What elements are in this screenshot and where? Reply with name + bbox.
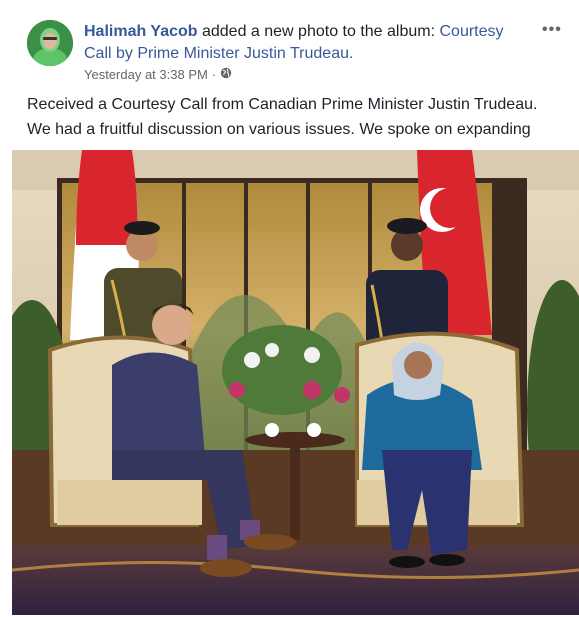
- post-header: Halimah Yacob added a new photo to the a…: [84, 21, 534, 65]
- caption-line: We had a fruitful discussion on various …: [27, 121, 531, 138]
- photo-image: [12, 150, 579, 615]
- globe-icon[interactable]: [220, 67, 232, 82]
- author-name-link[interactable]: Halimah Yacob: [84, 23, 198, 40]
- avatar-image: [27, 20, 73, 66]
- more-options-icon[interactable]: •••: [542, 21, 562, 39]
- facebook-post: Halimah Yacob added a new photo to the a…: [0, 0, 579, 617]
- author-avatar[interactable]: [27, 20, 73, 66]
- post-caption: Received a Courtesy Call from Canadian P…: [27, 92, 567, 142]
- timestamp-link[interactable]: Yesterday at 3:38 PM: [84, 67, 208, 82]
- meta-separator: ·: [211, 67, 217, 82]
- post-action-text: added a new photo to the album:: [197, 23, 440, 40]
- post-photo[interactable]: [12, 150, 579, 615]
- caption-line: Received a Courtesy Call from Canadian P…: [27, 96, 538, 113]
- post-meta: Yesterday at 3:38 PM ·: [84, 67, 232, 82]
